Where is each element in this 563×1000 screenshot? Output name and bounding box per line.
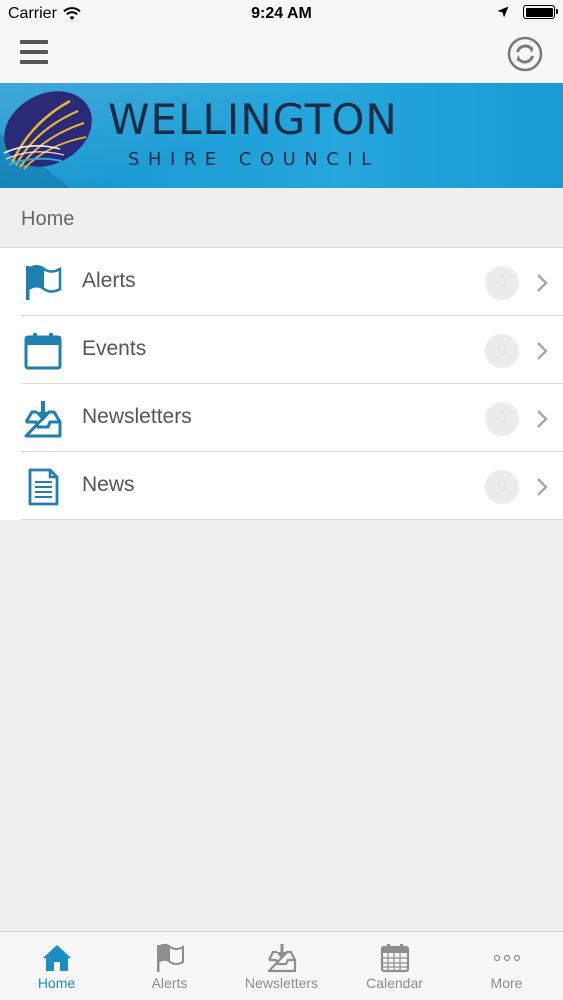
tab-bar: Home Alerts Newsletters Calendar More xyxy=(0,931,563,1000)
count-badge: 0 xyxy=(485,402,519,436)
status-time: 9:24 AM xyxy=(251,5,312,22)
tab-newsletters[interactable]: Newsletters xyxy=(225,932,338,1000)
chevron-right-icon xyxy=(537,342,548,360)
refresh-icon[interactable] xyxy=(507,36,543,72)
chevron-right-icon xyxy=(537,274,548,292)
banner-subtitle: SHIRE COUNCIL xyxy=(128,149,380,170)
hamburger-menu-icon[interactable] xyxy=(20,40,48,64)
flag-icon xyxy=(157,943,184,972)
calendar-icon xyxy=(24,333,62,370)
list-item-label: Newsletters xyxy=(82,405,192,428)
list-item-label: Events xyxy=(82,337,147,360)
count-badge: 0 xyxy=(485,470,519,504)
battery-icon xyxy=(523,5,558,19)
chevron-right-icon xyxy=(537,478,548,496)
tab-calendar[interactable]: Calendar xyxy=(338,932,451,1000)
count-badge: 0 xyxy=(485,334,519,368)
tab-label: More xyxy=(490,975,523,991)
chevron-right-icon xyxy=(537,410,548,428)
tab-home[interactable]: Home xyxy=(0,932,113,1000)
list-item-newsletters[interactable]: Newsletters 0 xyxy=(0,384,563,452)
inbox-download-icon xyxy=(24,401,62,438)
tab-alerts[interactable]: Alerts xyxy=(113,932,226,1000)
inbox-download-icon xyxy=(267,944,297,973)
list-item-alerts[interactable]: Alerts 0 xyxy=(0,248,563,316)
list-item-events[interactable]: Events 0 xyxy=(0,316,563,384)
page-header: Home xyxy=(0,188,563,248)
list-item-label: News xyxy=(82,473,135,496)
status-bar: Carrier 9:24 AM xyxy=(0,0,563,30)
home-icon xyxy=(43,945,71,971)
battery-fill xyxy=(525,7,553,17)
tab-label: Alerts xyxy=(151,975,188,991)
tab-label: Calendar xyxy=(366,975,423,991)
tab-label: Newsletters xyxy=(244,975,319,991)
banner-title: WELLINGTON xyxy=(108,95,398,144)
flag-icon xyxy=(26,265,62,300)
council-banner: WELLINGTON SHIRE COUNCIL xyxy=(0,83,563,188)
count-badge: 0 xyxy=(485,266,519,300)
calendar-icon xyxy=(380,944,410,973)
tab-label: Home xyxy=(37,975,76,991)
status-right xyxy=(497,5,558,19)
location-arrow-icon xyxy=(497,6,509,18)
document-icon xyxy=(28,468,59,506)
page-title: Home xyxy=(21,208,75,230)
tab-more[interactable]: More xyxy=(450,932,563,1000)
nav-bar xyxy=(0,30,563,83)
more-dots-icon xyxy=(493,954,521,962)
list-item-label: Alerts xyxy=(82,269,136,292)
council-logo-icon xyxy=(0,91,92,188)
list-item-news[interactable]: News 0 xyxy=(0,452,563,520)
menu-list: Alerts 0 Events 0 Newsletters 0 News 0 xyxy=(0,248,563,520)
